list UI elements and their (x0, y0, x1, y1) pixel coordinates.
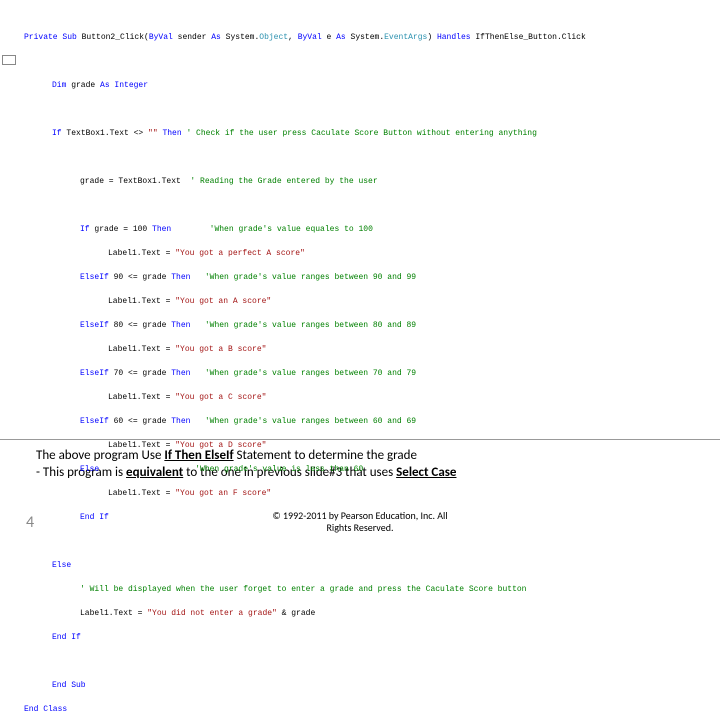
code-line: Label1.Text = "You got an A score" (24, 296, 714, 308)
code-line: Label1.Text = "You did not enter a grade… (24, 608, 714, 620)
code-line: Label1.Text = "You got a C score" (24, 392, 714, 404)
code-line: Else 'When grade's value is less than 60 (24, 464, 714, 476)
slide-footer: 4 © 1992-2011 by Pearson Education, Inc.… (0, 510, 720, 534)
code-line: ElseIf 80 <= grade Then 'When grade's va… (24, 320, 714, 332)
code-line: End Class (24, 704, 714, 716)
code-line: ElseIf 70 <= grade Then 'When grade's va… (24, 368, 714, 380)
code-line: Label1.Text = "You got an F score" (24, 488, 714, 500)
code-line: ElseIf 60 <= grade Then 'When grade's va… (24, 416, 714, 428)
code-line: ElseIf 90 <= grade Then 'When grade's va… (24, 272, 714, 284)
code-line: grade = TextBox1.Text ' Reading the Grad… (24, 176, 714, 188)
code-line: If grade = 100 Then 'When grade's value … (24, 224, 714, 236)
code-line: Label1.Text = "You got a perfect A score… (24, 248, 714, 260)
code-block: Private Sub Button2_Click(ByVal sender A… (0, 0, 720, 440)
code-line: Private Sub Button2_Click(ByVal sender A… (24, 32, 714, 44)
code-line: If TextBox1.Text <> "" Then ' Check if t… (24, 128, 714, 140)
margin-marker (2, 55, 16, 65)
code-line: Else (24, 560, 714, 572)
code-line: End Sub (24, 680, 714, 692)
code-line: Dim grade As Integer (24, 80, 714, 92)
code-line: ' Will be displayed when the user forget… (24, 584, 714, 596)
code-line: End If (24, 632, 714, 644)
code-line: Label1.Text = "You got a B score" (24, 344, 714, 356)
copyright-text: © 1992-2011 by Pearson Education, Inc. A… (60, 510, 720, 534)
code-line: Label1.Text = "You got a D score" (24, 440, 714, 452)
page-number: 4 (0, 513, 60, 532)
